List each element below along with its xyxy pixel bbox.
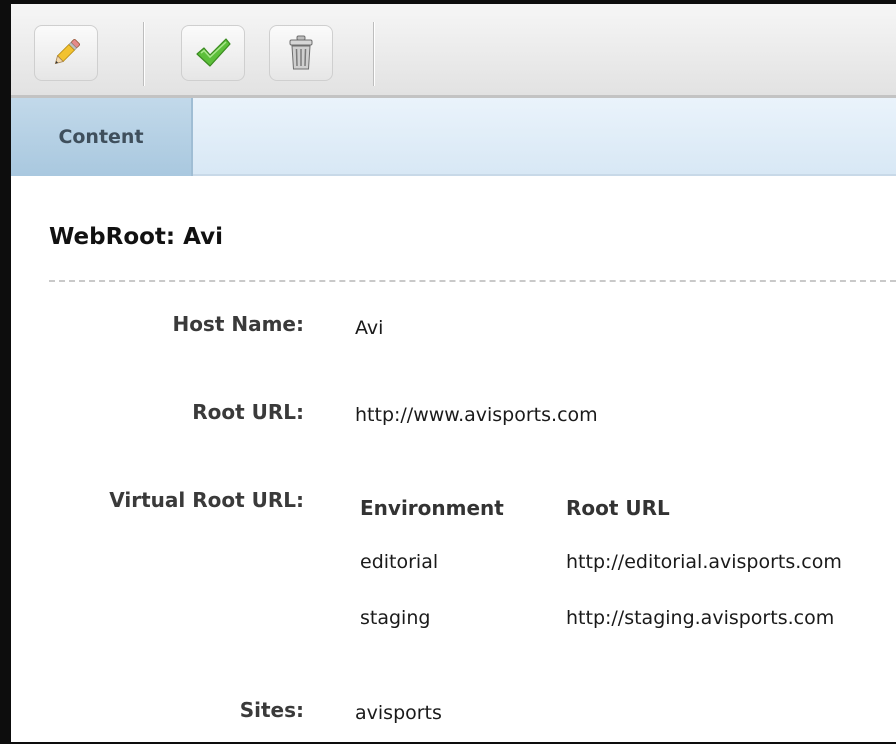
checkmark-icon	[196, 38, 231, 67]
toolbar	[11, 4, 896, 98]
table-cell-root-url: http://editorial.avisports.com	[566, 551, 842, 573]
trash-icon	[289, 35, 313, 70]
sites-value: avisports	[355, 702, 442, 724]
app-frame: Content WebRoot: Avi Host Name: Avi Root…	[0, 0, 896, 744]
edit-button[interactable]	[34, 25, 98, 81]
tab-content[interactable]: Content	[11, 98, 193, 176]
toolbar-separator	[373, 22, 374, 86]
tab-bar: Content	[11, 98, 896, 176]
host-name-label: Host Name:	[172, 312, 304, 336]
toolbar-separator	[143, 22, 144, 86]
pencil-icon	[54, 39, 80, 65]
table-cell-environment: staging	[360, 607, 431, 629]
root-url-label: Root URL:	[192, 400, 304, 424]
delete-button[interactable]	[269, 25, 333, 81]
table-cell-environment: editorial	[360, 551, 439, 573]
sites-label: Sites:	[239, 698, 304, 722]
table-cell-root-url: http://staging.avisports.com	[566, 607, 835, 629]
approve-button[interactable]	[181, 25, 245, 81]
root-url-column-header: Root URL	[566, 496, 670, 520]
virtual-root-url-label: Virtual Root URL:	[109, 488, 304, 512]
environment-column-header: Environment	[360, 496, 504, 520]
page-title: WebRoot: Avi	[49, 224, 223, 250]
root-url-value: http://www.avisports.com	[355, 404, 598, 426]
host-name-value: Avi	[355, 317, 384, 339]
divider	[49, 280, 896, 282]
